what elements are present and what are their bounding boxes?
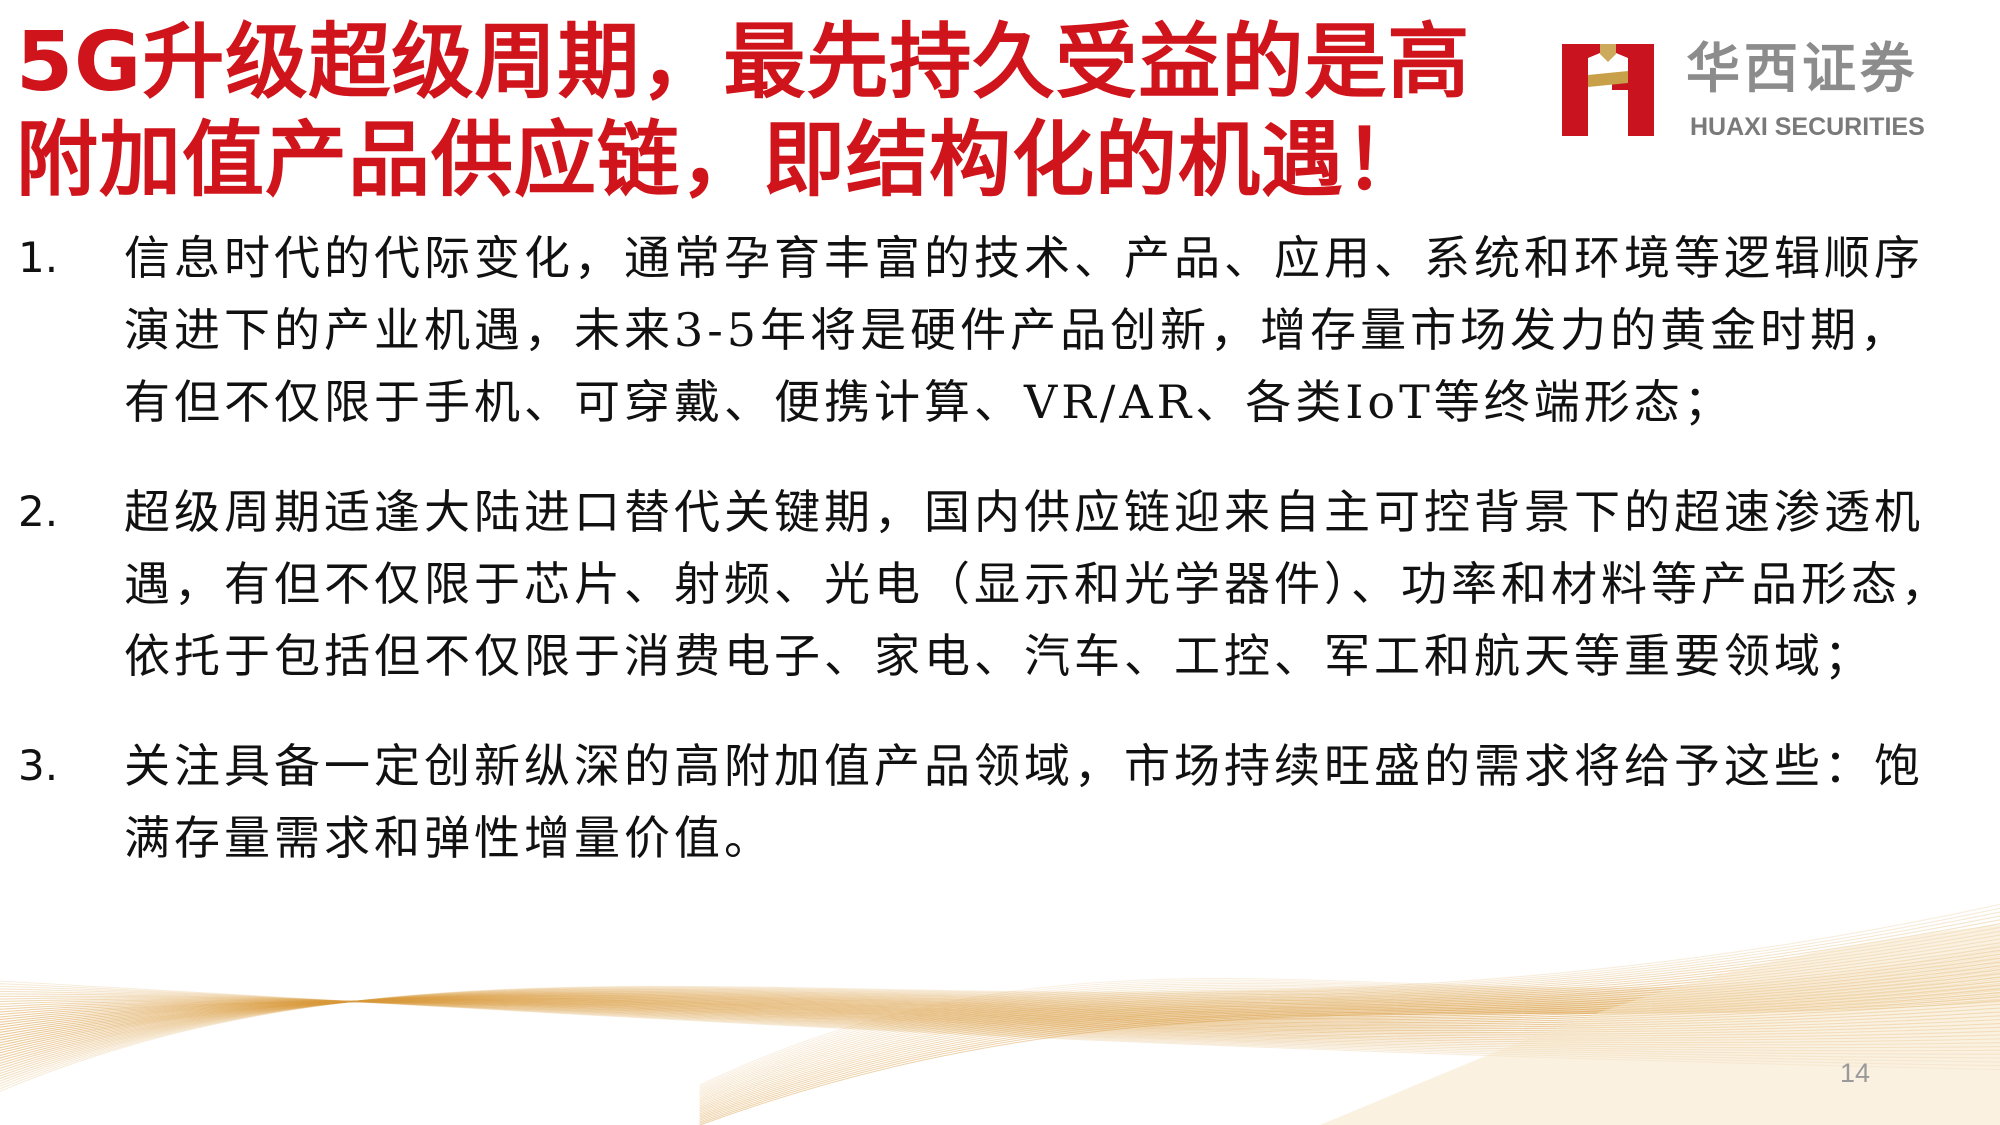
- key-point-1: 1. 信息时代的代际变化，通常孕育丰富的技术、产品、应用、系统和环境等逻辑顺序演…: [18, 222, 1958, 438]
- huaxi-h-logo-icon: [1562, 44, 1654, 136]
- slide-title: 5G升级超级周期，最先持久受益的是高 附加值产品供应链，即结构化的机遇！: [16, 14, 1556, 210]
- title-line-1: 5G升级超级周期，最先持久受益的是高: [16, 15, 1471, 110]
- company-logo: 华西证券 HUAXI SECURITIES: [1560, 36, 1980, 146]
- cream-wave-band: [1320, 925, 2000, 1125]
- key-point-2: 2. 超级周期适逢大陆进口替代关键期，国内供应链迎来自主可控背景下的超速渗透机遇…: [18, 476, 1958, 692]
- title-line-2: 附加值产品供应链，即结构化的机遇！: [16, 113, 1428, 208]
- key-point-text: 关注具备一定创新纵深的高附加值产品领域，市场持续旺盛的需求将给予这些：饱满存量需…: [124, 739, 1924, 865]
- logo-english-name: HUAXI SECURITIES: [1690, 113, 1925, 141]
- key-point-number: 1.: [18, 233, 59, 282]
- slide: 5G升级超级周期，最先持久受益的是高 附加值产品供应链，即结构化的机遇！ 华西证…: [0, 0, 2000, 1125]
- key-point-number: 3.: [18, 741, 59, 790]
- key-point-text: 信息时代的代际变化，通常孕育丰富的技术、产品、应用、系统和环境等逻辑顺序演进下的…: [124, 231, 1924, 429]
- page-number: 14: [1840, 1058, 1871, 1088]
- logo-chinese-name: 华西证券: [1686, 36, 1918, 100]
- key-points-list: 1. 信息时代的代际变化，通常孕育丰富的技术、产品、应用、系统和环境等逻辑顺序演…: [18, 222, 1958, 912]
- key-point-3: 3. 关注具备一定创新纵深的高附加值产品领域，市场持续旺盛的需求将给予这些：饱满…: [18, 730, 1958, 874]
- key-point-number: 2.: [18, 487, 59, 536]
- key-point-text: 超级周期适逢大陆进口替代关键期，国内供应链迎来自主可控背景下的超速渗透机遇，有但…: [124, 485, 1951, 683]
